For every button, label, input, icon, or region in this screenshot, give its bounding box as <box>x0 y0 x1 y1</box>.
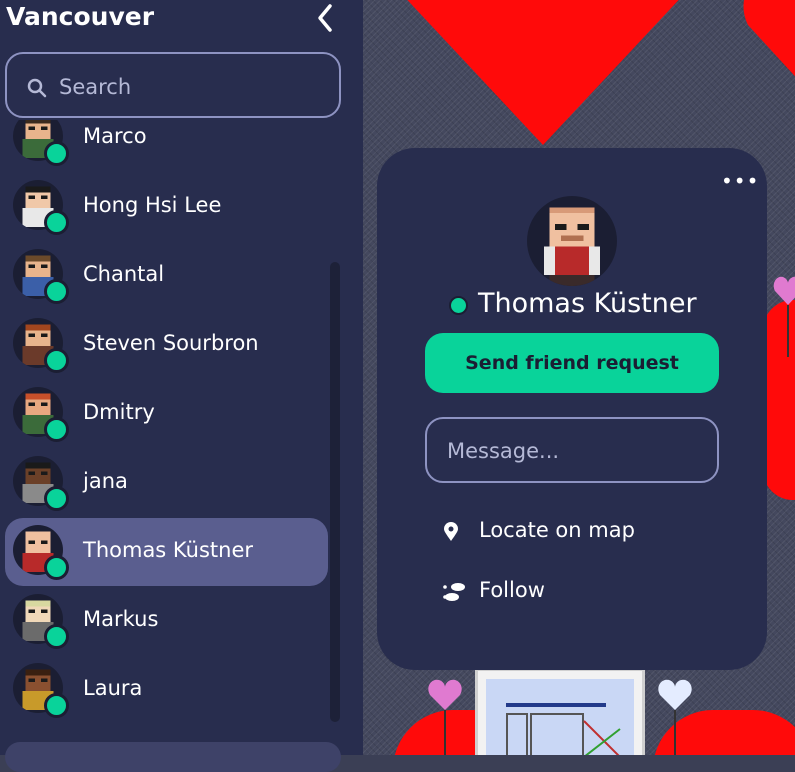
user-list-item[interactable]: Markus <box>5 587 328 655</box>
user-list-item[interactable]: Hong Hsi Lee <box>5 173 328 241</box>
online-status-dot <box>44 348 69 373</box>
online-status-dot <box>44 693 69 718</box>
search-input[interactable] <box>57 68 321 106</box>
user-name: Hong Hsi Lee <box>83 193 222 217</box>
sidebar-bottom-button[interactable] <box>5 742 341 772</box>
more-options-icon[interactable]: ••• <box>721 171 759 191</box>
whiteboard-object[interactable] <box>475 668 645 755</box>
user-list-item[interactable]: Thomas Küstner <box>5 518 328 586</box>
user-name: Chantal <box>83 262 165 286</box>
user-list-item[interactable]: Dmitry <box>5 380 328 448</box>
online-status-dot <box>449 296 468 315</box>
online-status-dot <box>44 279 69 304</box>
scrollbar[interactable] <box>330 262 340 722</box>
heart-decoration-right <box>743 0 795 77</box>
user-name: Laura <box>83 676 143 700</box>
follow-button[interactable]: Follow <box>443 572 703 612</box>
locate-on-map-label: Locate on map <box>479 518 635 542</box>
follow-label: Follow <box>479 578 545 602</box>
search-icon <box>27 78 47 98</box>
balloon-white <box>658 679 692 755</box>
user-list-item[interactable]: Laura <box>5 656 328 724</box>
locate-on-map-button[interactable]: Locate on map <box>443 512 703 552</box>
user-list-item[interactable]: Marco <box>5 120 328 172</box>
online-status-dot <box>44 210 69 235</box>
user-name: Marco <box>83 124 147 148</box>
profile-avatar <box>527 196 617 286</box>
user-list: Marco Hong Hsi Lee Chantal Steven Sourbron D… <box>0 120 363 755</box>
user-name: Thomas Küstner <box>83 538 253 562</box>
user-name: Dmitry <box>83 400 155 424</box>
user-name: jana <box>83 469 128 493</box>
profile-name: Thomas Küstner <box>478 288 697 319</box>
message-box[interactable] <box>425 417 719 483</box>
footsteps-icon <box>443 583 465 601</box>
message-input[interactable] <box>445 433 699 469</box>
search-box[interactable] <box>5 52 341 118</box>
sidebar: Vancouver Marco Hong Hsi Lee Chantal Steven… <box>0 0 363 772</box>
online-status-dot <box>44 141 69 166</box>
online-status-dot <box>44 555 69 580</box>
space-title: Vancouver <box>6 2 155 31</box>
online-status-dot <box>44 417 69 442</box>
heart-decoration-top <box>407 0 679 145</box>
user-name: Markus <box>83 607 159 631</box>
balloon-pink <box>428 679 462 755</box>
user-name: Steven Sourbron <box>83 331 259 355</box>
online-status-dot <box>44 486 69 511</box>
balloon-pink-right <box>773 276 795 357</box>
profile-card: ••• Thomas Küstner Send friend request L… <box>377 148 767 670</box>
chevron-left-icon[interactable] <box>313 2 337 34</box>
user-list-item[interactable]: jana <box>5 449 328 517</box>
user-list-item[interactable]: Steven Sourbron <box>5 311 328 379</box>
pixel-character-icon <box>543 207 601 286</box>
send-friend-request-button[interactable]: Send friend request <box>425 333 719 393</box>
user-list-item[interactable]: Chantal <box>5 242 328 310</box>
map-pin-icon <box>444 522 458 541</box>
online-status-dot <box>44 624 69 649</box>
